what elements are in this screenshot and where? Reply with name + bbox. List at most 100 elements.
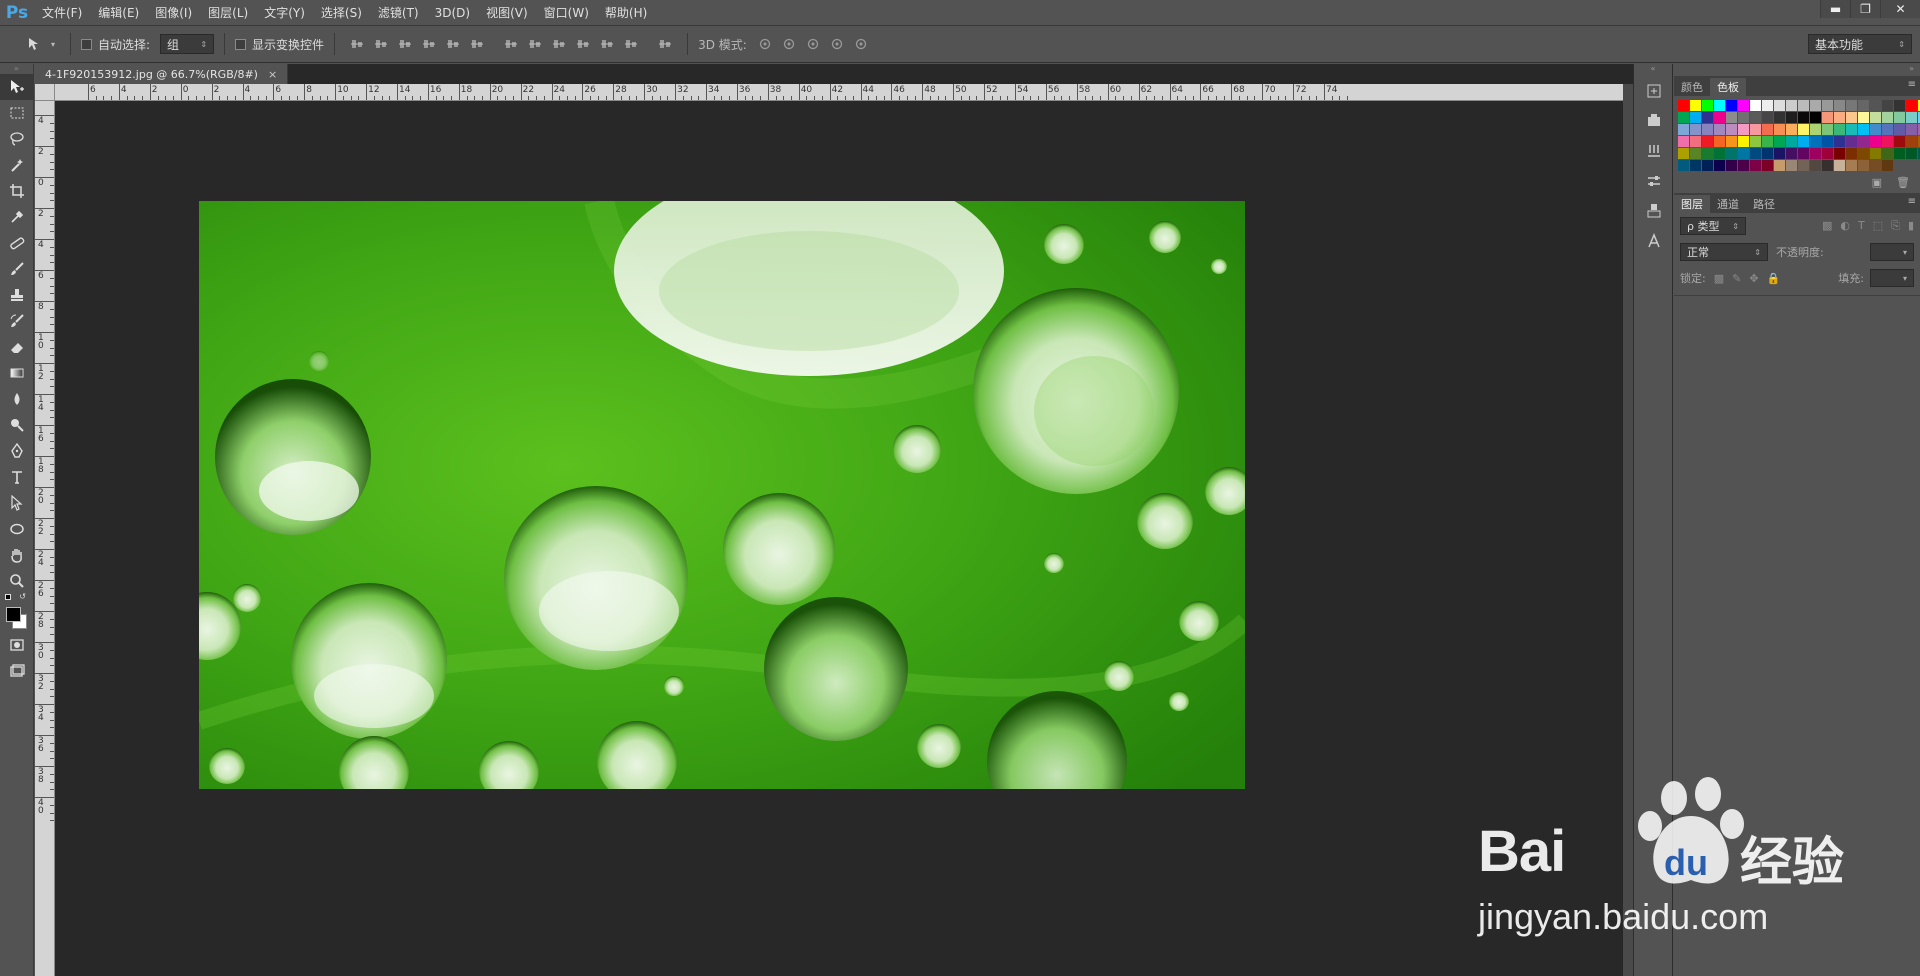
swatch[interactable]: [1834, 148, 1845, 159]
tab-swatches[interactable]: 色板: [1710, 78, 1746, 96]
distribute-hcenter-icon[interactable]: [597, 34, 617, 54]
swatch[interactable]: [1882, 136, 1893, 147]
swatch[interactable]: [1678, 136, 1689, 147]
swatch[interactable]: [1810, 100, 1821, 111]
character-panel-button[interactable]: [1634, 226, 1674, 256]
swatch[interactable]: [1894, 148, 1905, 159]
swatch[interactable]: [1906, 136, 1917, 147]
filter-toggle-icon[interactable]: ▮: [1908, 219, 1914, 233]
swatch[interactable]: [1678, 124, 1689, 135]
eyedropper-tool[interactable]: [0, 204, 34, 230]
move-tool[interactable]: [0, 74, 34, 100]
swatch[interactable]: [1774, 124, 1785, 135]
trash-icon[interactable]: 🗑: [1896, 176, 1910, 189]
swatch[interactable]: [1870, 112, 1881, 123]
swatch[interactable]: [1714, 100, 1725, 111]
swatch[interactable]: [1690, 124, 1701, 135]
brush-tool[interactable]: [0, 256, 34, 282]
swatch[interactable]: [1882, 112, 1893, 123]
clone-stamp-tool[interactable]: [0, 282, 34, 308]
distribute-right-icon[interactable]: [621, 34, 641, 54]
swatch[interactable]: [1894, 112, 1905, 123]
menu-item-0[interactable]: 文件(F): [34, 0, 90, 26]
opacity-field[interactable]: ▾: [1870, 243, 1914, 261]
swatch[interactable]: [1906, 112, 1917, 123]
swatch[interactable]: [1882, 124, 1893, 135]
swatch[interactable]: [1822, 136, 1833, 147]
crop-tool[interactable]: [0, 178, 34, 204]
swatch[interactable]: [1702, 112, 1713, 123]
swatch[interactable]: [1714, 112, 1725, 123]
swatch[interactable]: [1702, 160, 1713, 171]
swatch[interactable]: [1798, 112, 1809, 123]
distribute-top-icon[interactable]: [501, 34, 521, 54]
auto-select-checkbox[interactable]: [81, 38, 92, 50]
swatch[interactable]: [1870, 148, 1881, 159]
close-tab-icon[interactable]: ×: [268, 68, 277, 81]
blur-tool[interactable]: [0, 386, 34, 412]
workspace-switcher[interactable]: 基本功能 ⇕: [1808, 34, 1912, 54]
swatch[interactable]: [1774, 100, 1785, 111]
swatch[interactable]: [1774, 136, 1785, 147]
swap-colors-icon[interactable]: ↺: [19, 592, 26, 601]
default-colors-toggle[interactable]: ↺: [0, 592, 33, 602]
properties-panel-button[interactable]: [1634, 106, 1674, 136]
swatch[interactable]: [1882, 160, 1893, 171]
swatch[interactable]: [1786, 136, 1797, 147]
swatch[interactable]: [1750, 160, 1761, 171]
swatch[interactable]: [1834, 124, 1845, 135]
history-panel-button[interactable]: [1634, 76, 1674, 106]
3d-rotate-icon[interactable]: [755, 34, 775, 54]
shape-tool[interactable]: [0, 516, 34, 542]
swatch[interactable]: [1678, 100, 1689, 111]
swatch[interactable]: [1798, 100, 1809, 111]
align-bottom-icon[interactable]: [395, 34, 415, 54]
preset-dropdown-icon[interactable]: ▾: [48, 34, 58, 54]
shape-filter-icon[interactable]: ⬚: [1873, 219, 1883, 233]
swatch[interactable]: [1858, 148, 1869, 159]
swatch[interactable]: [1870, 100, 1881, 111]
adjustment-filter-icon[interactable]: ◐: [1840, 219, 1850, 233]
menu-item-4[interactable]: 文字(Y): [256, 0, 313, 26]
swatch[interactable]: [1750, 148, 1761, 159]
tab-color[interactable]: 颜色: [1674, 78, 1710, 96]
swatch[interactable]: [1858, 112, 1869, 123]
swatch[interactable]: [1750, 112, 1761, 123]
swatch[interactable]: [1738, 112, 1749, 123]
swatch[interactable]: [1774, 160, 1785, 171]
swatch[interactable]: [1822, 148, 1833, 159]
dock-collapse-icon[interactable]: «: [1634, 64, 1672, 76]
swatch[interactable]: [1678, 160, 1689, 171]
swatch[interactable]: [1846, 136, 1857, 147]
swatch[interactable]: [1726, 112, 1737, 123]
align-vcenter-icon[interactable]: [371, 34, 391, 54]
swatch[interactable]: [1690, 148, 1701, 159]
3d-roll-icon[interactable]: [779, 34, 799, 54]
pixel-filter-icon[interactable]: ▩: [1822, 219, 1832, 233]
menu-item-10[interactable]: 帮助(H): [597, 0, 655, 26]
swatch[interactable]: [1894, 124, 1905, 135]
dodge-tool[interactable]: [0, 412, 34, 438]
swatch[interactable]: [1834, 136, 1845, 147]
swatch[interactable]: [1774, 112, 1785, 123]
gradient-tool[interactable]: [0, 360, 34, 386]
swatch[interactable]: [1906, 100, 1917, 111]
swatch[interactable]: [1774, 148, 1785, 159]
auto-select-dropdown[interactable]: 组 ⇕: [160, 34, 215, 54]
menu-item-2[interactable]: 图像(I): [147, 0, 200, 26]
blend-mode-dropdown[interactable]: 正常 ⇕: [1680, 243, 1768, 261]
screen-mode-button[interactable]: [0, 658, 34, 684]
swatch[interactable]: [1726, 160, 1737, 171]
foreground-color-swatch[interactable]: [6, 607, 21, 622]
swatch[interactable]: [1786, 100, 1797, 111]
lock-position-icon[interactable]: ✥: [1749, 272, 1758, 285]
eraser-tool[interactable]: [0, 334, 34, 360]
swatch[interactable]: [1702, 136, 1713, 147]
toolbar-collapse-icon[interactable]: »: [0, 64, 33, 74]
type-filter-icon[interactable]: T: [1858, 219, 1865, 233]
magic-wand-tool[interactable]: [0, 152, 34, 178]
3d-pan-icon[interactable]: [803, 34, 823, 54]
swatch[interactable]: [1822, 160, 1833, 171]
align-hcenter-icon[interactable]: [443, 34, 463, 54]
show-transform-checkbox[interactable]: [235, 38, 247, 50]
